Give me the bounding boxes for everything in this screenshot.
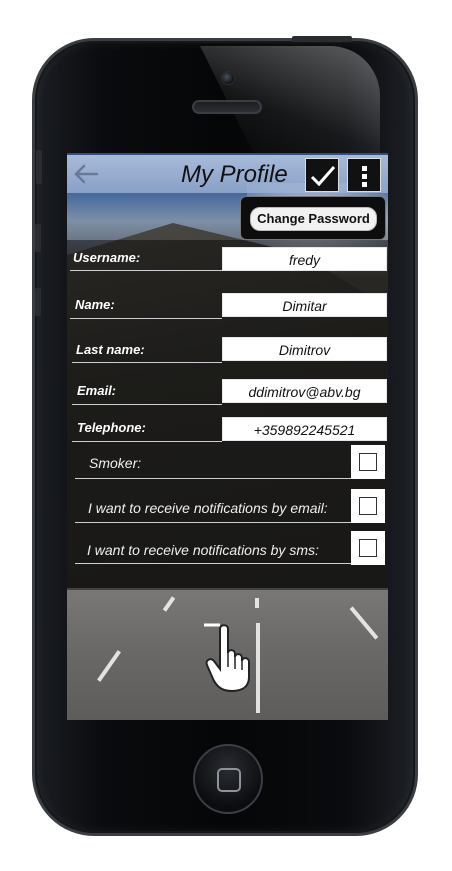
home-button[interactable] [193, 744, 263, 814]
phone-power-button [292, 36, 352, 42]
email-notifications-label: I want to receive notifications by email… [88, 500, 328, 516]
email-notifications-checkbox[interactable] [351, 489, 385, 523]
phone-volume-down-button [35, 288, 41, 316]
lane-marking [256, 623, 260, 713]
username-label: Username: [73, 250, 141, 265]
username-field[interactable]: fredy [222, 247, 387, 271]
vertical-dots-icon [362, 174, 367, 179]
phone-side-button [36, 150, 42, 184]
name-label: Name: [75, 297, 115, 312]
username-underline [70, 270, 222, 271]
page-title: My Profile [181, 161, 288, 188]
sms-notifications-checkbox[interactable] [351, 531, 385, 565]
email-label: Email: [77, 383, 117, 398]
home-square-icon [217, 768, 241, 792]
email-notifications-underline [75, 522, 353, 523]
front-camera [221, 71, 235, 85]
earpiece-speaker [192, 100, 262, 114]
vertical-dots-icon [362, 166, 367, 171]
telephone-field[interactable]: +359892245521 [222, 417, 387, 441]
lane-marking [97, 650, 121, 682]
options-menu: Change Password [240, 196, 386, 240]
arrow-left-icon[interactable] [73, 163, 99, 185]
sms-notifications-checkbox-square [359, 539, 377, 557]
name-field[interactable]: Dimitar [222, 293, 387, 317]
last-name-underline [72, 362, 222, 363]
checkmark-icon [310, 166, 336, 187]
lane-marking [255, 598, 259, 608]
save-button[interactable] [305, 158, 339, 192]
smoker-underline [75, 478, 353, 479]
phone-volume-up-button [35, 224, 41, 252]
email-underline [72, 404, 222, 405]
change-password-button[interactable]: Change Password [250, 207, 377, 231]
smoker-checkbox[interactable] [351, 445, 385, 479]
lane-marking [162, 596, 176, 612]
last-name-field[interactable]: Dimitrov [222, 337, 387, 361]
smoker-checkbox-square [359, 453, 377, 471]
email-notifications-checkbox-square [359, 497, 377, 515]
smoker-label: Smoker: [89, 455, 142, 471]
telephone-underline [72, 441, 222, 442]
last-name-label: Last name: [76, 342, 145, 357]
app-screen: My Profile Change Password Username: fre… [67, 153, 388, 720]
sms-notifications-underline [75, 563, 353, 564]
hand-pointer-icon [204, 623, 250, 693]
name-underline [70, 318, 222, 319]
lane-marking [349, 606, 379, 640]
sms-notifications-label: I want to receive notifications by sms: [87, 542, 319, 558]
email-field[interactable]: ddimitrov@abv.bg [222, 379, 387, 403]
top-app-bar: My Profile [67, 155, 388, 193]
more-options-button[interactable] [347, 158, 381, 192]
vertical-dots-icon [362, 182, 367, 187]
telephone-label: Telephone: [77, 420, 146, 435]
